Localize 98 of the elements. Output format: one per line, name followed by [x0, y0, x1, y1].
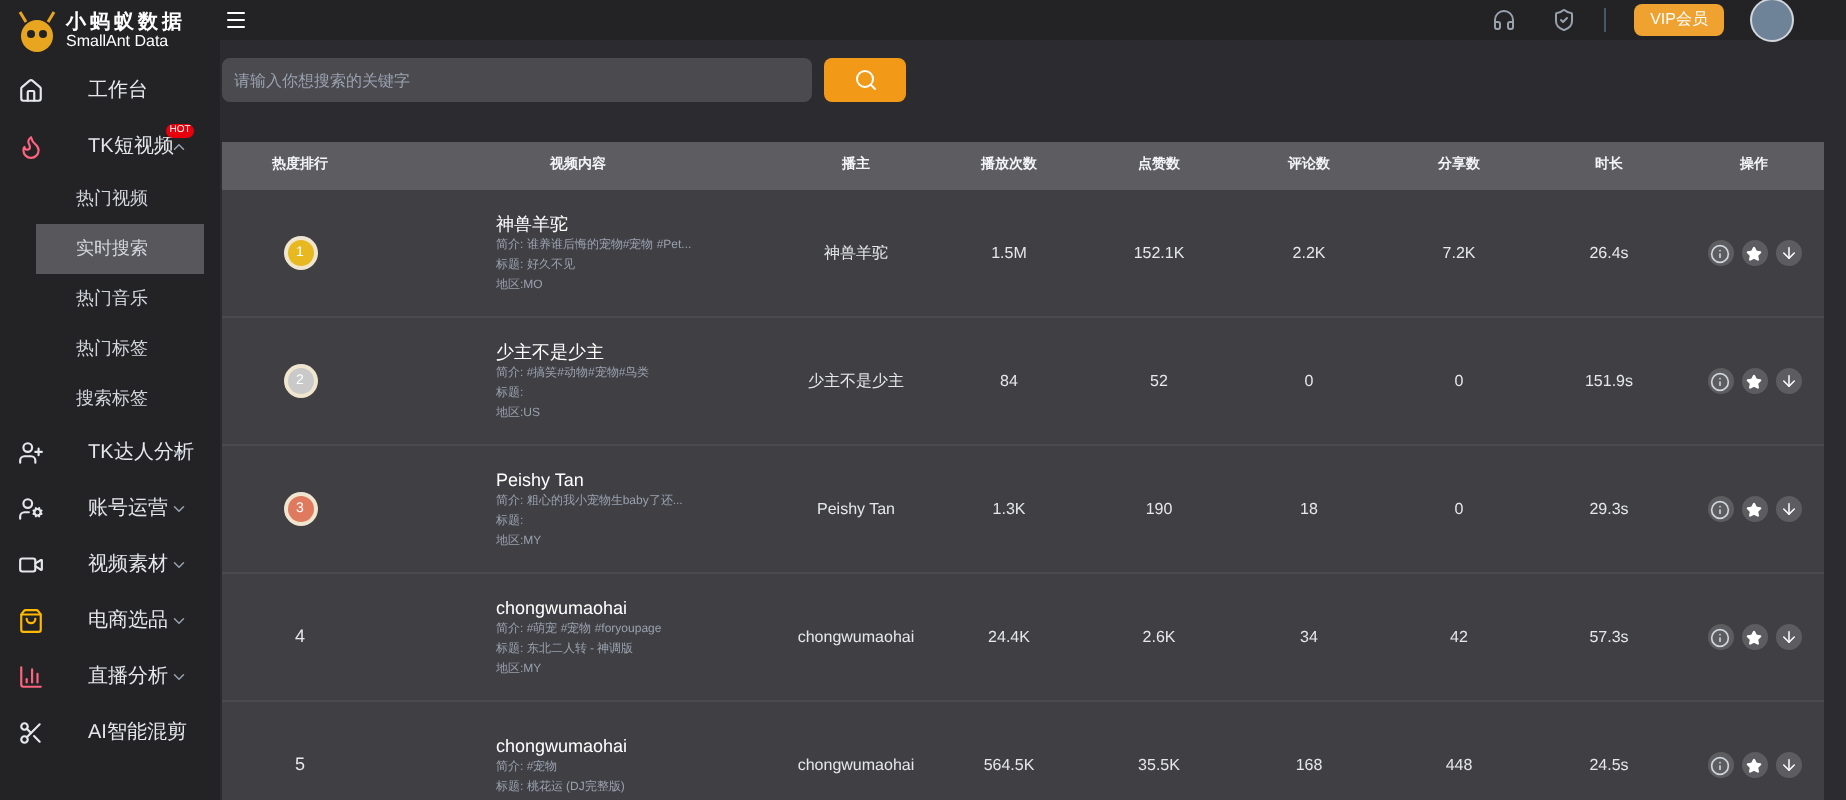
rank-number: 5: [294, 751, 305, 778]
table-cell: 2.6K: [1142, 625, 1176, 649]
flame-icon: [18, 133, 44, 159]
table-cell: 57.3s: [1589, 625, 1629, 649]
search-icon: [853, 68, 877, 92]
sidebar-item[interactable]: 工作台: [88, 75, 148, 105]
table-cell: 190: [1145, 497, 1173, 521]
home-icon: [18, 77, 44, 103]
favorite-button[interactable]: [1741, 496, 1767, 522]
user-gear-icon: [18, 495, 44, 521]
table-cell: 26.4s: [1589, 241, 1629, 265]
table-cell: 1.3K: [992, 497, 1026, 521]
sidebar-item[interactable]: 直播分析: [88, 661, 168, 691]
table-cell: 42: [1450, 625, 1468, 649]
star-icon: [1746, 373, 1762, 389]
table-cell: 1.5M: [991, 241, 1027, 265]
rank-number: 4: [294, 623, 305, 650]
favorite-button[interactable]: [1741, 240, 1767, 266]
sidebar-item[interactable]: TK短视频: [88, 131, 174, 161]
video-title: chongwumaohai: [496, 599, 630, 617]
table-cell: 0: [1454, 369, 1464, 393]
info-button[interactable]: [1707, 624, 1733, 650]
scissors-icon: [18, 719, 44, 745]
table-cell: 少主不是少主: [808, 369, 904, 393]
table-cell: 0: [1454, 497, 1464, 521]
star-icon: [1746, 629, 1762, 645]
download-icon: [1779, 628, 1797, 646]
table-cell: 7.2K: [1442, 241, 1476, 265]
menu-icon[interactable]: [224, 8, 248, 32]
table-cell: 29.3s: [1589, 497, 1629, 521]
video-title: 神兽羊驼: [496, 215, 570, 233]
sidebar-item[interactable]: TK达人分析: [88, 437, 194, 467]
download-button[interactable]: [1775, 624, 1801, 650]
download-button[interactable]: [1775, 496, 1801, 522]
favorite-button[interactable]: [1741, 752, 1767, 778]
sidebar-subitem[interactable]: 热门音乐: [36, 274, 184, 324]
sidebar-subitem[interactable]: 热门视频: [36, 174, 184, 224]
table-cell: 神兽羊驼: [824, 241, 888, 265]
sidebar-subitem[interactable]: 热门标签: [36, 324, 184, 374]
download-icon: [1779, 244, 1797, 262]
table-cell: 35.5K: [1138, 753, 1180, 777]
info-button[interactable]: [1707, 496, 1733, 522]
table-cell: 0: [1304, 369, 1314, 393]
table-cell: 34: [1300, 625, 1318, 649]
avatar[interactable]: [1752, 0, 1792, 40]
table-cell: 2.2K: [1292, 241, 1326, 265]
table-cell: chongwumaohai: [797, 753, 915, 777]
table-cell: 564.5K: [983, 753, 1035, 777]
search-field[interactable]: 请输入你想搜索的关键字: [222, 58, 812, 102]
info-button[interactable]: [1707, 368, 1733, 394]
search-button[interactable]: [824, 58, 906, 102]
table-cell: 84: [1000, 369, 1018, 393]
star-icon: [1746, 245, 1762, 261]
sidebar-item[interactable]: 账号运营: [88, 493, 168, 523]
table-cell: Peishy Tan: [817, 497, 895, 521]
info-icon: [1710, 243, 1730, 263]
info-icon: [1710, 499, 1730, 519]
table-cell: 52: [1150, 369, 1168, 393]
table-cell: chongwumaohai: [797, 625, 915, 649]
favorite-button[interactable]: [1741, 624, 1767, 650]
table-cell: 448: [1445, 753, 1473, 777]
info-button[interactable]: [1707, 240, 1733, 266]
star-icon: [1746, 501, 1762, 517]
star-icon: [1746, 757, 1762, 773]
headset-icon[interactable]: [1492, 8, 1517, 32]
video-title: 少主不是少主: [496, 343, 606, 361]
shopping-bag-icon: [18, 607, 44, 633]
table-cell: 24.5s: [1589, 753, 1629, 777]
download-icon: [1779, 500, 1797, 518]
info-button[interactable]: [1707, 752, 1733, 778]
download-icon: [1779, 372, 1797, 390]
video-camera-icon: [18, 551, 44, 577]
table-cell: 151.9s: [1584, 369, 1634, 393]
info-icon: [1710, 627, 1730, 647]
download-button[interactable]: [1775, 752, 1801, 778]
user-add-icon: [18, 439, 44, 465]
table-cell: 152.1K: [1133, 241, 1185, 265]
shield-check-icon[interactable]: [1552, 8, 1577, 32]
sidebar-subitem[interactable]: 搜索标签: [36, 374, 184, 424]
logo-subtitle: SmallAnt Data: [66, 34, 171, 50]
download-button[interactable]: [1775, 240, 1801, 266]
bar-chart-icon: [18, 663, 44, 689]
download-button[interactable]: [1775, 368, 1801, 394]
sidebar-subitem[interactable]: 实时搜索: [36, 224, 204, 274]
logo-title: 小蚂蚁数据: [66, 14, 186, 34]
sidebar-item[interactable]: 电商选品: [88, 605, 168, 635]
table-cell: 24.4K: [988, 625, 1030, 649]
ant-logo-icon: [16, 10, 58, 54]
info-icon: [1710, 371, 1730, 391]
sidebar-item[interactable]: 视频素材: [88, 549, 168, 579]
download-icon: [1779, 756, 1797, 774]
table-cell: 18: [1300, 497, 1318, 521]
info-icon: [1710, 755, 1730, 775]
favorite-button[interactable]: [1741, 368, 1767, 394]
sidebar-item[interactable]: AI智能混剪: [88, 717, 187, 747]
video-title: Peishy Tan: [496, 471, 586, 489]
video-title: chongwumaohai: [496, 737, 630, 755]
table-cell: 168: [1295, 753, 1323, 777]
